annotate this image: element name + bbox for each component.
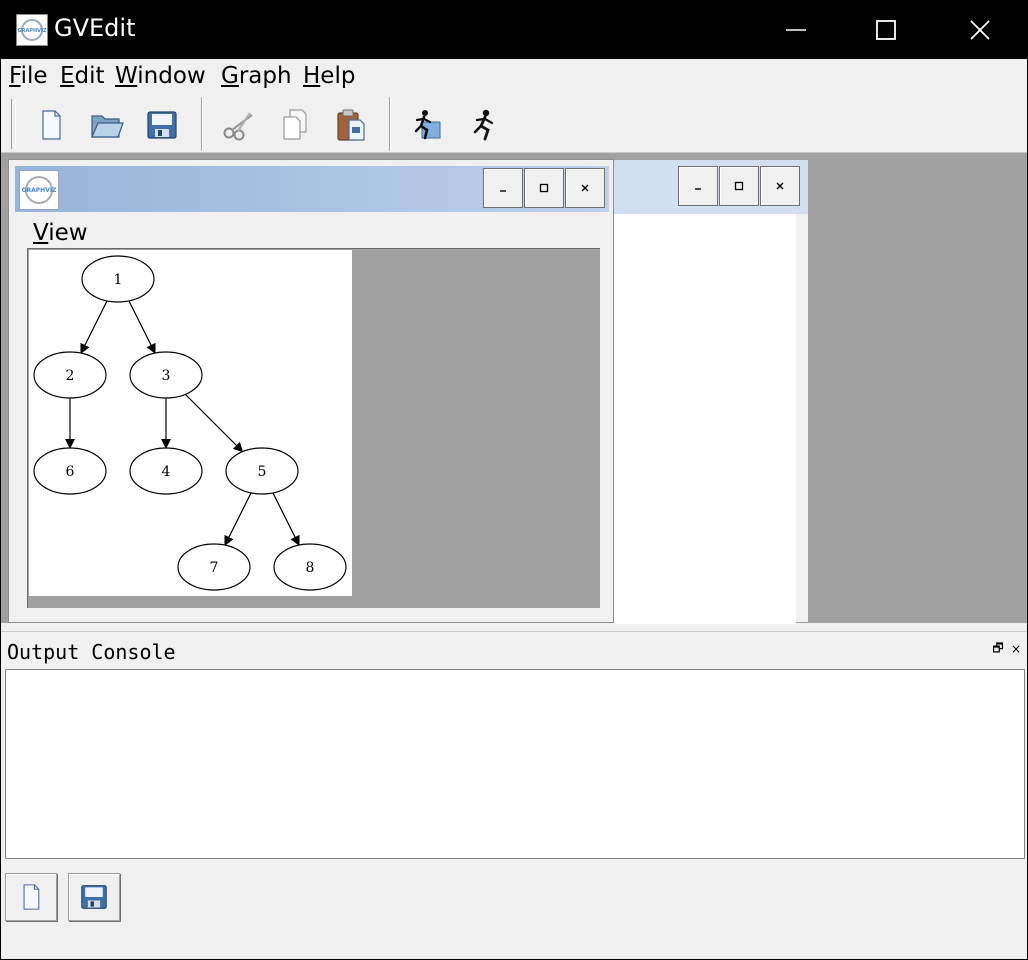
open-folder-icon (91, 115, 124, 138)
background-subwindow[interactable] (607, 159, 809, 624)
graph-node-1: 1 (81, 255, 155, 303)
graph-node-label: 6 (66, 464, 75, 480)
subwindow-title-bar[interactable]: GRAPHVIZ (15, 166, 609, 212)
graph-node-5: 5 (225, 447, 299, 495)
graph-node-3: 3 (129, 351, 203, 399)
output-console-title: Output Console (7, 640, 176, 664)
subwindow-close-button[interactable] (565, 168, 605, 208)
subwindow-title-bar[interactable] (608, 160, 808, 214)
save-disk-icon (147, 111, 177, 139)
maximize-icon (539, 183, 549, 193)
svg-text:GRAPHVIZ: GRAPHVIZ (22, 187, 57, 194)
graph-node-label: 8 (306, 560, 315, 576)
menu-bar: File Edit Window Graph Help (1, 59, 1027, 95)
close-icon (776, 182, 784, 190)
output-console-text[interactable] (5, 669, 1025, 859)
minimize-icon (500, 190, 506, 192)
minimize-icon (786, 29, 806, 31)
float-dock-icon[interactable]: 🗗 (991, 641, 1005, 656)
menu-view[interactable]: View (33, 220, 88, 246)
menu-help[interactable]: Help (303, 63, 355, 89)
graph-edge-1-3 (128, 300, 156, 354)
subwindow-maximize-button[interactable] (719, 166, 759, 206)
subwindow-close-button[interactable] (760, 166, 800, 206)
menu-file[interactable]: File (9, 63, 48, 89)
new-file-icon (42, 110, 61, 140)
graph-edge-1-2 (80, 300, 108, 354)
layout-button[interactable] (407, 105, 447, 145)
output-console-header: Output Console 🗗 × (1, 631, 1027, 667)
editor-text-area[interactable] (614, 214, 796, 624)
window-title: GVEdit (54, 14, 136, 42)
svg-text:GRAPHVIZ: GRAPHVIZ (17, 28, 46, 34)
new-file-icon (23, 884, 40, 910)
subwindow-minimize-button[interactable] (483, 168, 523, 208)
save-disk-icon (81, 885, 107, 909)
graph-node-label: 2 (66, 368, 75, 384)
graph-node-label: 1 (114, 272, 123, 288)
close-icon (581, 184, 589, 192)
close-dock-icon[interactable]: × (1009, 642, 1023, 656)
graph-node-8: 8 (273, 543, 347, 591)
subwindow-minimize-button[interactable] (678, 166, 718, 206)
graph-render: 1 2 3 4 5 6 7 8 (29, 250, 352, 596)
close-button[interactable] (933, 1, 1027, 59)
graph-node-label: 4 (162, 464, 171, 480)
close-icon (970, 20, 990, 40)
gvedit-window: GRAPHVIZ GVEdit File Edit Window Graph H… (0, 0, 1028, 960)
copy-button[interactable] (275, 105, 315, 145)
menu-edit[interactable]: Edit (60, 63, 105, 89)
graph-node-2: 2 (33, 351, 107, 399)
paste-button[interactable] (331, 105, 371, 145)
minimize-button[interactable] (749, 1, 843, 59)
graphviz-logo-icon: GRAPHVIZ (19, 170, 59, 210)
graph-node-6: 6 (33, 447, 107, 495)
minimize-icon (695, 188, 701, 190)
graph-node-7: 7 (177, 543, 251, 591)
save-file-button[interactable] (142, 105, 182, 145)
subwindow-maximize-button[interactable] (524, 168, 564, 208)
open-file-button[interactable] (87, 105, 127, 145)
graphviz-logo-icon: GRAPHVIZ (16, 14, 48, 46)
menu-window[interactable]: Window (115, 63, 206, 89)
graph-node-label: 7 (210, 560, 219, 576)
toolbar-grip[interactable] (11, 99, 16, 149)
graph-edge-5-8 (272, 492, 300, 546)
console-save-button[interactable] (68, 873, 120, 921)
new-file-button[interactable] (31, 105, 71, 145)
graph-node-label: 3 (162, 368, 171, 384)
graph-view-subwindow[interactable]: GRAPHVIZ View 1 2 3 4 5 6 7 8 (8, 159, 614, 623)
graph-canvas-area[interactable]: 1 2 3 4 5 6 7 8 (27, 248, 600, 608)
cut-scissors-icon (223, 112, 253, 141)
console-new-button[interactable] (5, 873, 57, 921)
maximize-icon (876, 20, 896, 40)
maximize-icon (734, 181, 744, 191)
cut-button[interactable] (219, 105, 259, 145)
layout-run-icon (414, 110, 441, 140)
console-actions-bar (1, 859, 1027, 959)
title-bar[interactable]: GRAPHVIZ GVEdit (1, 1, 1027, 59)
maximize-button[interactable] (839, 1, 933, 59)
run-icon (473, 109, 494, 141)
toolbar-separator (201, 97, 203, 151)
graph-node-4: 4 (129, 447, 203, 495)
paste-icon (337, 109, 365, 141)
mdi-area: GRAPHVIZ View 1 2 3 4 5 6 7 8 (1, 153, 1027, 624)
graph-diagram: 1 2 3 4 5 6 7 8 (33, 255, 347, 591)
run-button[interactable] (463, 105, 503, 145)
menu-graph[interactable]: Graph (221, 63, 292, 89)
graph-edge-3-5 (184, 393, 244, 453)
toolbar (1, 95, 1027, 153)
graph-node-label: 5 (258, 464, 267, 480)
graph-edge-5-7 (224, 492, 252, 546)
toolbar-separator (389, 97, 391, 151)
copy-icon (283, 109, 307, 140)
